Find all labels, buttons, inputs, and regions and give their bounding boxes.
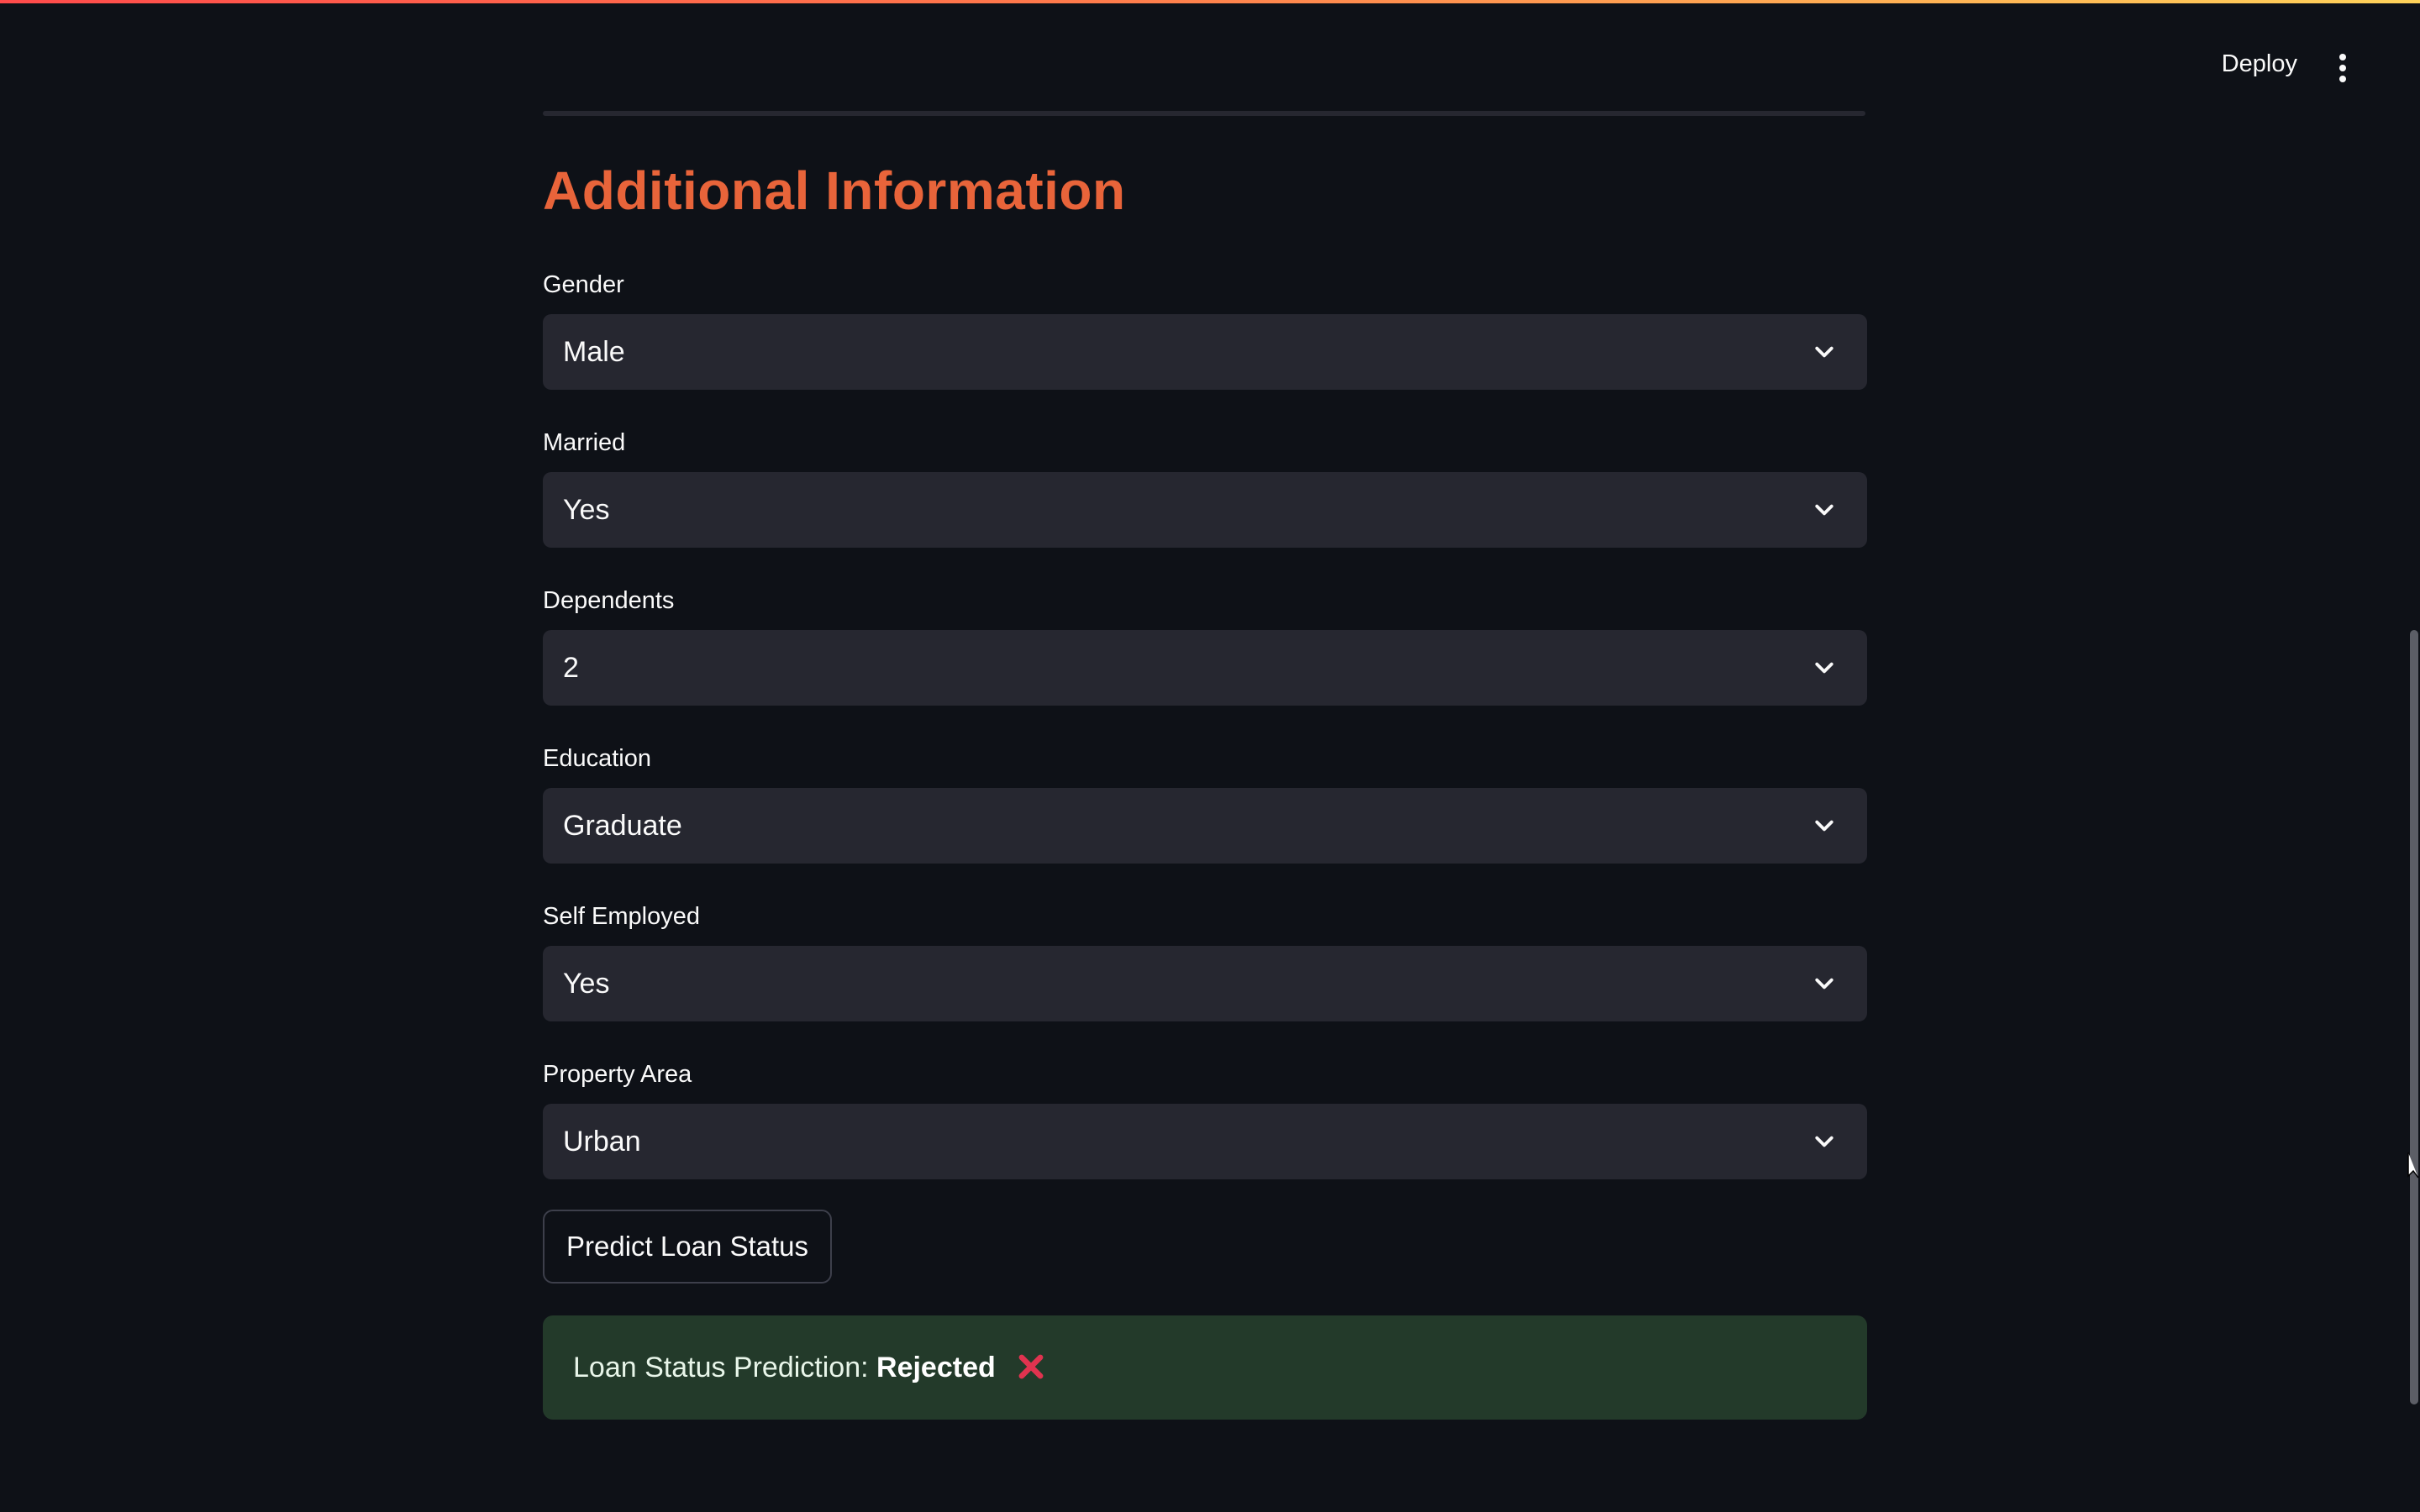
prediction-prefix: Loan Status Prediction: bbox=[573, 1352, 877, 1383]
property-area-select[interactable]: Urban bbox=[543, 1104, 1867, 1179]
married-label: Married bbox=[543, 429, 626, 456]
married-select[interactable]: Yes bbox=[543, 472, 1867, 548]
chevron-down-icon bbox=[1815, 662, 1833, 674]
section-title: Additional Information bbox=[543, 160, 1126, 221]
property-area-label: Property Area bbox=[543, 1061, 692, 1088]
previous-section-edge bbox=[543, 111, 1865, 116]
dependents-select[interactable]: 2 bbox=[543, 630, 1867, 706]
self-employed-select[interactable]: Yes bbox=[543, 946, 1867, 1021]
prediction-result-alert: Loan Status Prediction: Rejected bbox=[543, 1315, 1867, 1420]
property-area-field: Property Area Urban bbox=[543, 1057, 1867, 1179]
self-employed-value: Yes bbox=[563, 968, 610, 1000]
app-header: Deploy bbox=[0, 3, 2420, 97]
education-label: Education bbox=[543, 745, 651, 772]
chevron-down-icon bbox=[1815, 820, 1833, 832]
education-field: Education Graduate bbox=[543, 741, 1867, 864]
prediction-result-text: Loan Status Prediction: Rejected bbox=[573, 1315, 1047, 1420]
gender-label: Gender bbox=[543, 271, 624, 298]
kebab-menu-icon[interactable] bbox=[2331, 54, 2354, 84]
chevron-down-icon bbox=[1815, 978, 1833, 990]
education-value: Graduate bbox=[563, 810, 682, 842]
chevron-down-icon bbox=[1815, 504, 1833, 516]
dependents-field: Dependents 2 bbox=[543, 583, 1867, 706]
gender-field: Gender Male bbox=[543, 267, 1867, 390]
chevron-down-icon bbox=[1815, 1136, 1833, 1147]
education-select[interactable]: Graduate bbox=[543, 788, 1867, 864]
dependents-value: 2 bbox=[563, 652, 579, 684]
self-employed-label: Self Employed bbox=[543, 903, 700, 930]
scrollbar-track[interactable] bbox=[2410, 0, 2420, 1512]
married-field: Married Yes bbox=[543, 425, 1867, 548]
prediction-status: Rejected bbox=[876, 1352, 996, 1383]
gender-select[interactable]: Male bbox=[543, 314, 1867, 390]
chevron-down-icon bbox=[1815, 346, 1833, 358]
mouse-cursor-icon bbox=[2407, 1152, 2419, 1179]
scrollbar-thumb[interactable] bbox=[2410, 630, 2418, 1404]
predict-loan-status-button[interactable]: Predict Loan Status bbox=[543, 1210, 832, 1284]
cross-mark-icon bbox=[1018, 1354, 1044, 1379]
deploy-button[interactable]: Deploy bbox=[2222, 50, 2297, 78]
gender-value: Male bbox=[563, 336, 625, 368]
property-area-value: Urban bbox=[563, 1126, 641, 1158]
dependents-label: Dependents bbox=[543, 587, 675, 614]
self-employed-field: Self Employed Yes bbox=[543, 899, 1867, 1021]
married-value: Yes bbox=[563, 494, 610, 526]
